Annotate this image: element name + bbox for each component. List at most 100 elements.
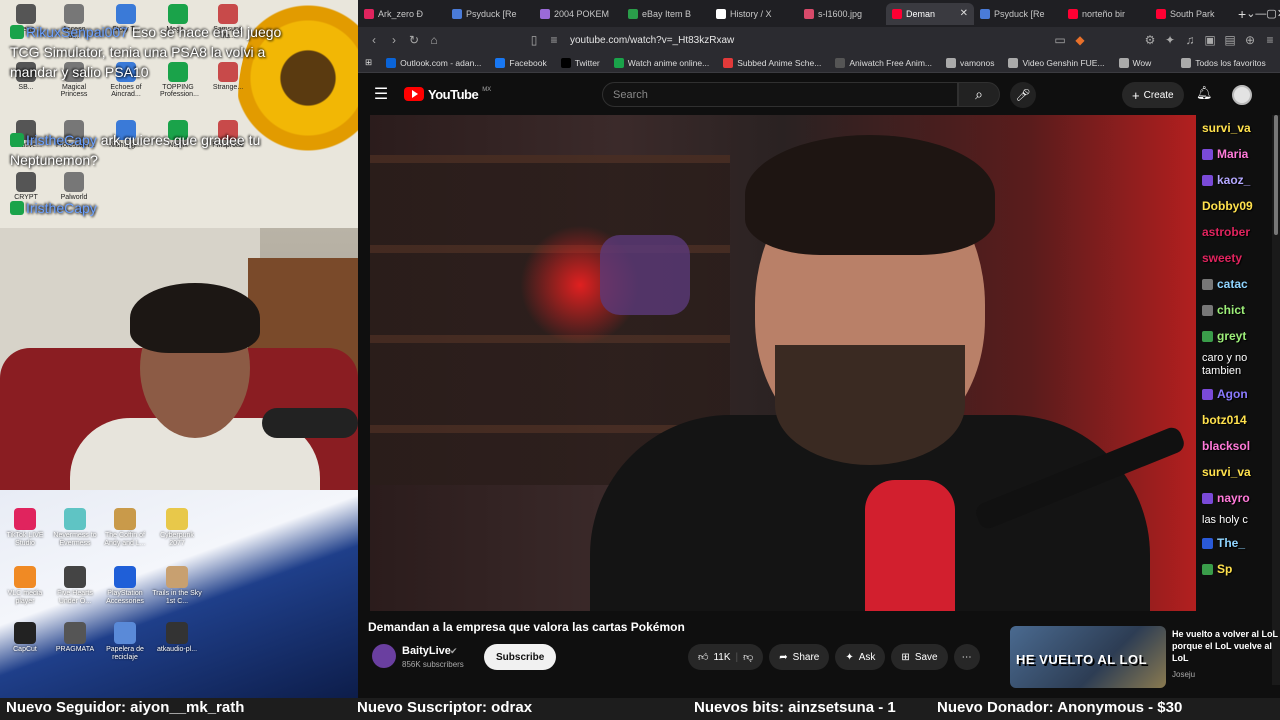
wallet-icon[interactable]: ▣: [1200, 33, 1220, 47]
home-icon[interactable]: ⌂: [424, 33, 444, 47]
browser-tab[interactable]: norteño bir: [1062, 3, 1150, 25]
suggested-thumbnail[interactable]: HE VUELTO AL LOL: [1010, 626, 1166, 688]
music-icon[interactable]: ♫: [1180, 33, 1200, 47]
puzzle-icon[interactable]: ✦: [1160, 33, 1180, 47]
live-chat-user: Sp: [1196, 556, 1272, 582]
apps-icon[interactable]: ⊞: [358, 57, 379, 68]
desktop-icon[interactable]: PRAGMATA: [50, 622, 100, 654]
sidebar-icon[interactable]: ▤: [1220, 33, 1240, 47]
browser-tab[interactable]: eBay Item B: [622, 3, 710, 25]
save-button[interactable]: ⊞ Save: [891, 644, 948, 670]
notifications-bell-icon[interactable]: 🔔︎: [1196, 85, 1213, 101]
url-field[interactable]: youtube.com/watch?v=_Ht83kzRxaw: [570, 35, 734, 46]
page-scrollbar[interactable]: [1272, 115, 1280, 685]
bookmark-item[interactable]: Wow: [1112, 57, 1159, 68]
desktop-icon[interactable]: CapCut: [0, 622, 50, 654]
bookmark-item[interactable]: Todos los favoritos: [1174, 57, 1272, 68]
desktop-icon[interactable]: Five Hearts Under O...: [50, 566, 100, 606]
hamburger-menu-icon[interactable]: ☰: [358, 84, 404, 104]
forward-icon[interactable]: ›: [384, 33, 404, 47]
back-icon[interactable]: ‹: [364, 33, 384, 47]
bookmark-item[interactable]: Outlook.com - adan...: [379, 57, 488, 68]
menu-icon[interactable]: ≡: [1260, 33, 1280, 47]
address-bar: ‹ › ↻ ⌂ ▯ ≡ youtube.com/watch?v=_Ht83kzR…: [358, 27, 1280, 53]
chat-badge-icon: [1202, 148, 1213, 160]
ticker-follower: Nuevo Seguidor: aiyon__mk_rath: [6, 699, 245, 716]
live-chat-user: catac: [1196, 271, 1272, 297]
browser-tab[interactable]: Psyduck [Re: [446, 3, 534, 25]
suggested-video[interactable]: HE VUELTO AL LOL He vuelto a volver al L…: [1010, 626, 1280, 688]
bookmark-label: Wow: [1132, 57, 1152, 68]
suggested-channel[interactable]: Joseju: [1172, 670, 1195, 679]
browser-tab[interactable]: Deman ✕: [886, 2, 974, 25]
desktop-icon[interactable]: TikTok LIVE Studio: [0, 508, 50, 548]
tab-search-icon[interactable]: ⌄: [1246, 7, 1255, 20]
cast-icon[interactable]: ▭: [1050, 33, 1070, 47]
browser-tab[interactable]: History / X: [710, 3, 798, 25]
desktop-icon[interactable]: Cyberpunk 2077: [152, 508, 202, 548]
youtube-logo[interactable]: YouTube MX: [404, 87, 491, 102]
scrollbar-thumb[interactable]: [1274, 115, 1278, 235]
like-button[interactable]: 👍︎ 11K | 👎︎: [688, 644, 764, 670]
thumbs-down-icon[interactable]: 👎︎: [743, 651, 753, 663]
site-info-icon[interactable]: ≡: [544, 33, 564, 47]
desktop-icon-label: PlayStation Accessories: [106, 590, 144, 605]
suggested-title[interactable]: He vuelto a volver al LoL porque el LoL …: [1172, 628, 1278, 664]
video-player[interactable]: [370, 115, 1196, 611]
desktop-icon[interactable]: Nevermess to Evermess: [50, 508, 100, 548]
bookmark-item[interactable]: Video Genshin FUE...: [1001, 57, 1111, 68]
browser-tab[interactable]: s-l1600.jpg: [798, 3, 886, 25]
desktop-icon-label: atkaudio-pl...: [156, 646, 198, 653]
desktop-icon[interactable]: VLC media player: [0, 566, 50, 606]
channel-avatar[interactable]: [372, 644, 396, 668]
new-tab-button[interactable]: +: [1238, 6, 1246, 22]
extensions-icon[interactable]: ⚙: [1140, 33, 1160, 47]
browser-tab[interactable]: 2004 POKEM: [534, 3, 622, 25]
tab-label: 2004 POKEM: [554, 8, 610, 19]
app-icon: [16, 4, 36, 24]
brave-shield-icon[interactable]: ◆: [1070, 33, 1090, 47]
app-icon: [16, 172, 36, 192]
live-chat-name: Dobby09: [1202, 199, 1253, 213]
badge-icon: [10, 25, 24, 39]
maximize-button[interactable]: ▢: [1266, 7, 1276, 20]
share-button[interactable]: ➦ Share: [769, 644, 830, 670]
desktop-icon[interactable]: atkaudio-pl...: [152, 622, 202, 654]
app-icon: [116, 4, 136, 24]
bookmark-item[interactable]: Twitter: [554, 57, 607, 68]
browser-tab[interactable]: Ark_zero Đ: [358, 3, 446, 25]
tab-favicon-icon: [1156, 8, 1166, 19]
create-button[interactable]: + Create: [1122, 82, 1184, 108]
desktop-icon[interactable]: PlayStation Accessories: [100, 566, 150, 606]
voice-search-icon[interactable]: 🎤︎: [1010, 82, 1036, 108]
bookmark-item[interactable]: Watch anime online...: [607, 57, 716, 68]
browser-tab[interactable]: Psyduck [Re: [974, 3, 1062, 25]
browser-tab[interactable]: South Park: [1150, 3, 1238, 25]
ask-button[interactable]: ✦ Ask: [835, 644, 886, 670]
desktop-icon-label: The Coffin of Andy and L...: [104, 532, 146, 547]
more-actions-button[interactable]: ⋯: [953, 644, 980, 670]
search-icon[interactable]: ⌕: [958, 82, 1000, 107]
divider: |: [735, 651, 739, 663]
live-chat-name: astrober: [1202, 225, 1251, 239]
close-tab-icon[interactable]: ✕: [960, 8, 968, 19]
share-icon: ➦: [779, 651, 788, 663]
channel-name[interactable]: BaityLive: [402, 645, 451, 657]
bookmark-item[interactable]: Subbed Anime Sche...: [716, 57, 828, 68]
account-avatar[interactable]: [1232, 85, 1252, 105]
bookmark-item[interactable]: vamonos: [939, 57, 1002, 68]
live-chat-name: survi_va: [1202, 465, 1251, 479]
bookmark-icon[interactable]: ▯: [524, 33, 544, 47]
subscribe-button[interactable]: Subscribe: [484, 644, 557, 670]
desktop-icon[interactable]: The Coffin of Andy and L...: [100, 508, 150, 548]
minimize-button[interactable]: —: [1255, 8, 1266, 20]
bookmark-label: vamonos: [959, 57, 995, 68]
reload-icon[interactable]: ↻: [404, 33, 424, 47]
desktop-icon[interactable]: Papelera de reciclaje: [100, 622, 150, 662]
bookmark-item[interactable]: Facebook: [488, 57, 553, 68]
vpn-icon[interactable]: ⊕: [1240, 33, 1260, 47]
desktop-icon[interactable]: Trails in the Sky 1st C...: [152, 566, 202, 606]
bookmark-item[interactable]: Aniwatch Free Anim...: [828, 57, 939, 68]
bookmark-label: Twitter: [574, 57, 600, 68]
search-input[interactable]: Search: [602, 82, 958, 107]
